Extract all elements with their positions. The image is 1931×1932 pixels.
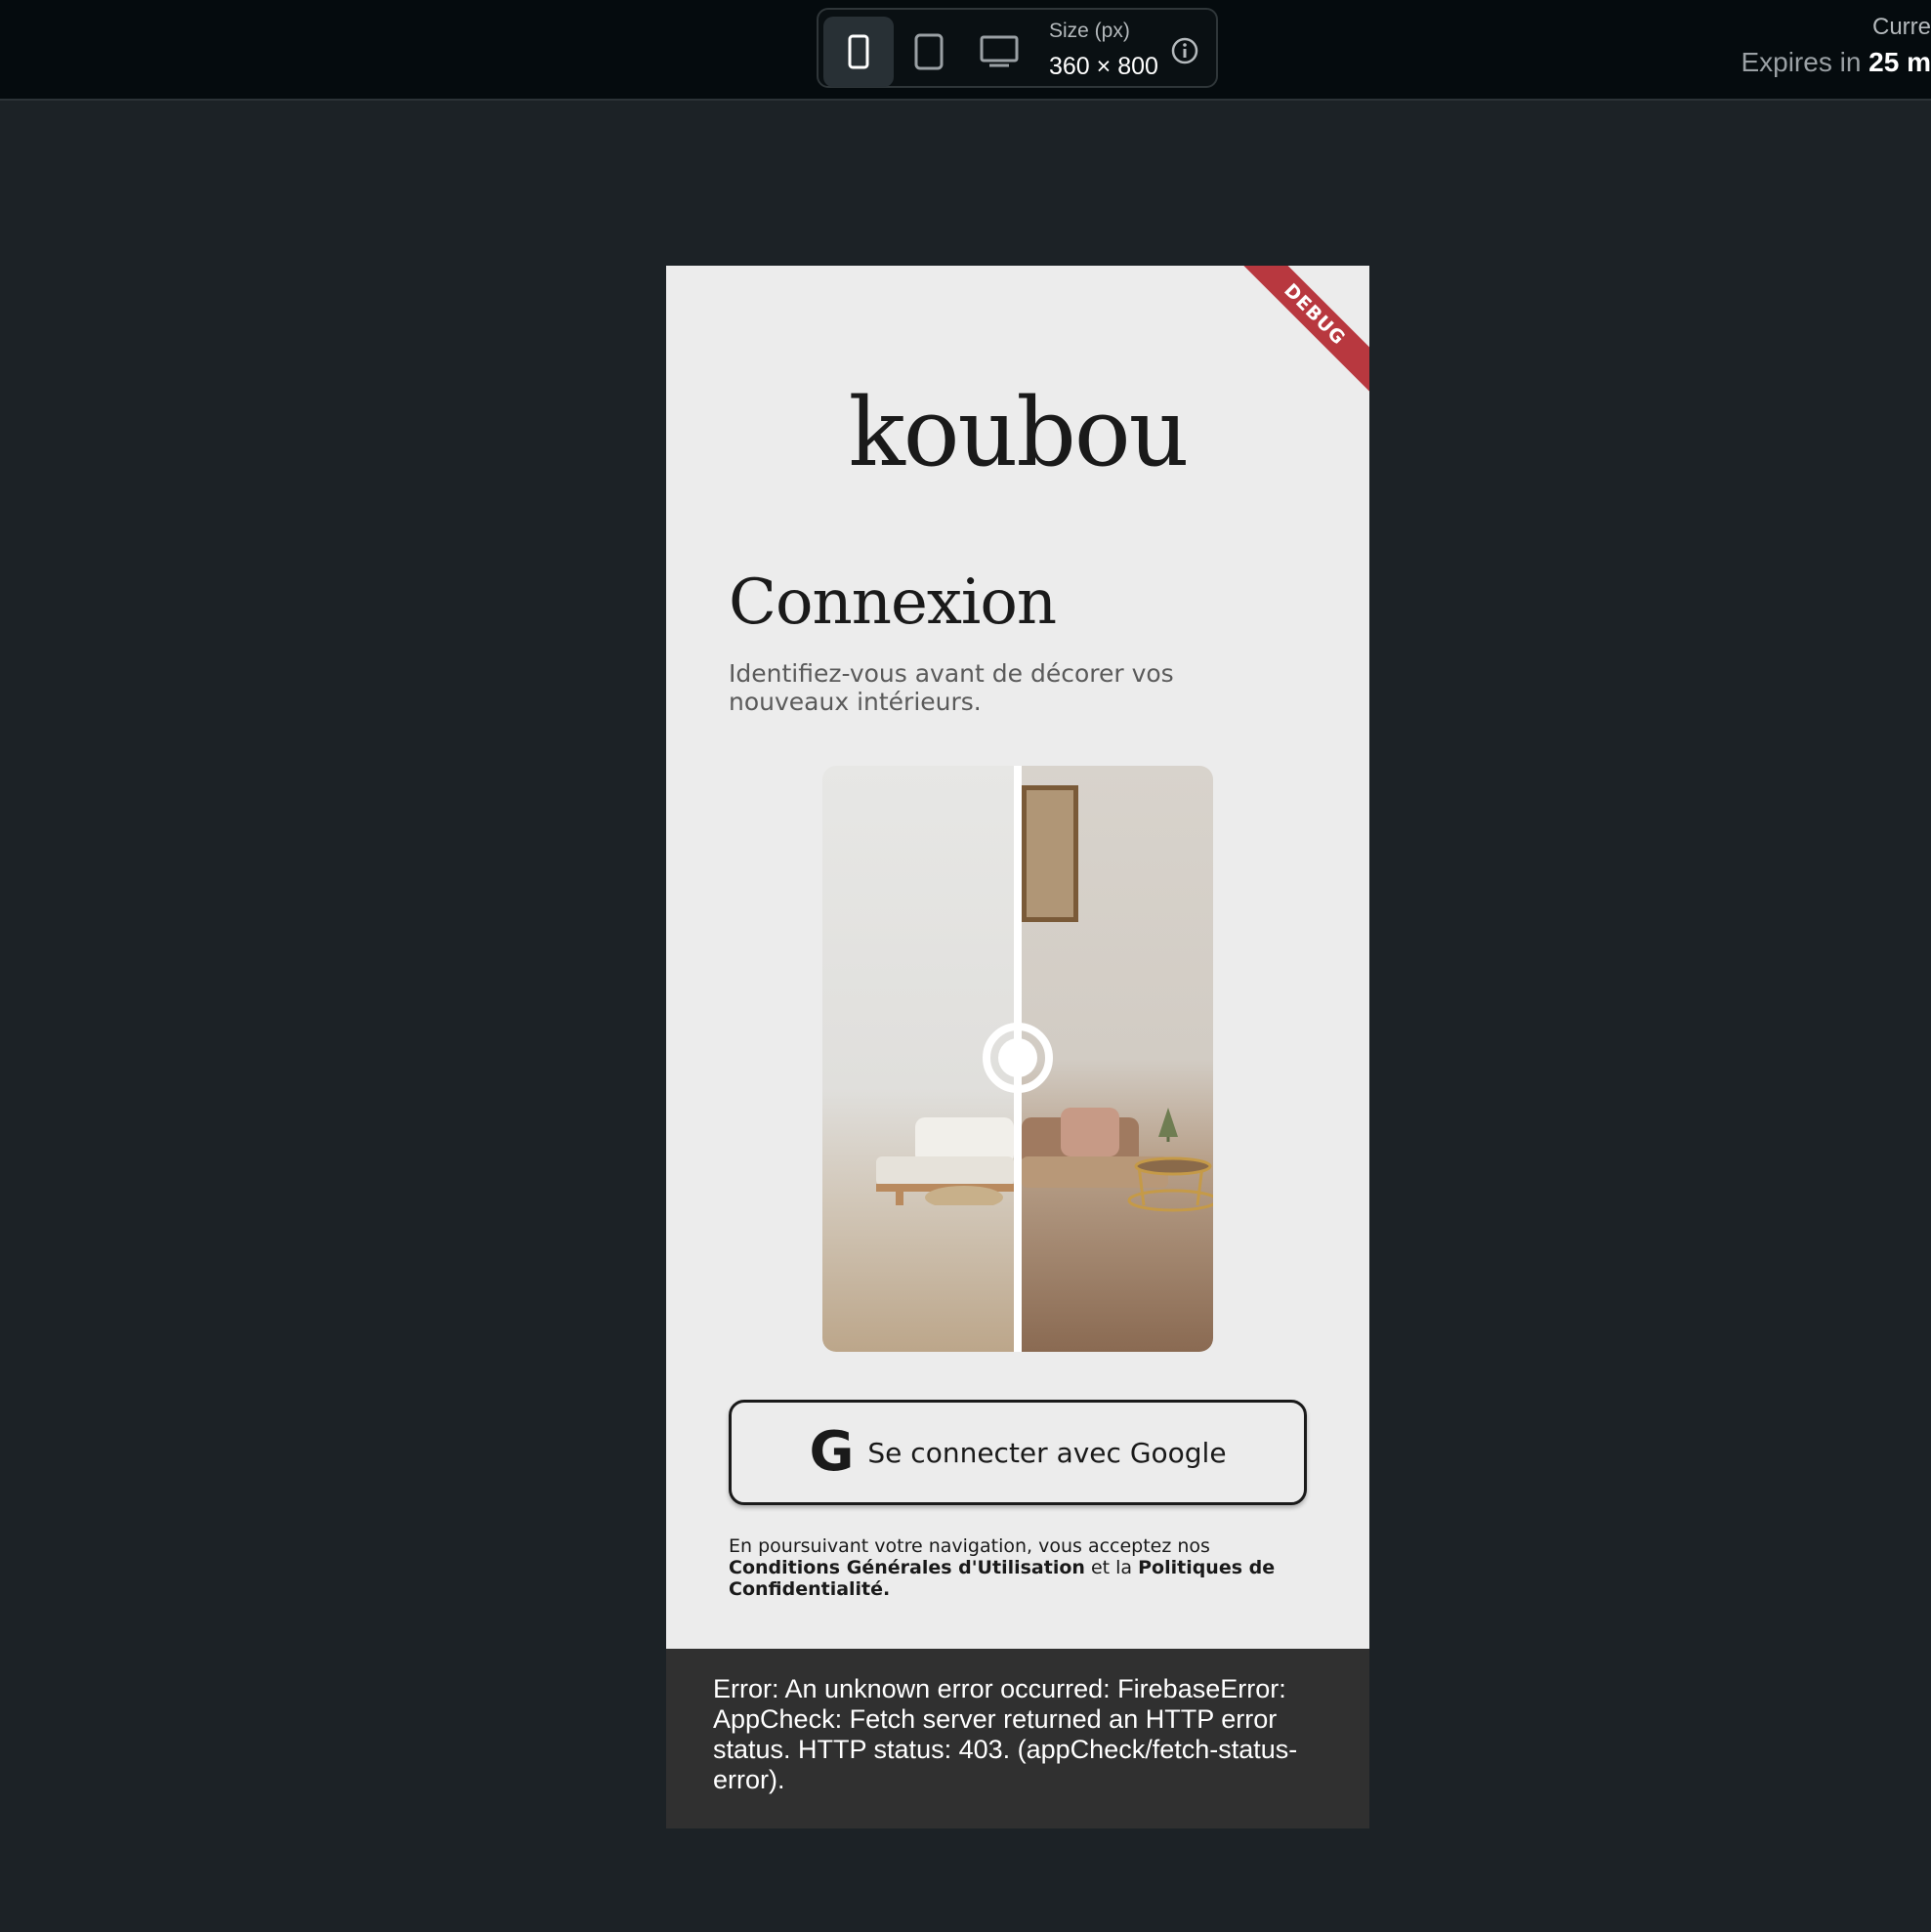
legal-prefix: En poursuivant votre navigation, vous ac… [729,1535,1210,1557]
google-icon: G [809,1420,855,1484]
sofa-illustration-before [876,1117,1014,1205]
expiry-prefix: Expires in [1741,47,1869,77]
legal-middle: et la [1084,1557,1139,1578]
google-signin-label: Se connecter avec Google [867,1436,1227,1469]
tablet-icon [914,33,944,70]
session-expiry: Expires in 25 m [1741,47,1931,78]
error-snackbar: Error: An unknown error occurred: Fireba… [666,1649,1369,1828]
terms-link[interactable]: Conditions Générales d'Utilisation [729,1557,1085,1578]
google-signin-button[interactable]: G Se connecter avec Google [729,1400,1307,1505]
wall-frame [1022,785,1078,922]
error-message: Error: An unknown error occurred: Fireba… [713,1674,1298,1794]
app-preview: DEBUG koubou Connexion Identifiez-vous a… [666,266,1369,1828]
slider-handle-dot [998,1038,1037,1077]
size-label: Size (px) [1049,20,1130,42]
tablet-device-button[interactable] [894,17,964,87]
desktop-icon [980,35,1019,67]
legal-suffix: . [883,1578,891,1600]
before-after-slider[interactable] [822,766,1213,1352]
info-icon[interactable] [1170,36,1199,65]
preview-top-bar: Size (px) 360 × 800 Curre Expires in 25 … [0,0,1931,101]
slider-handle[interactable] [983,1023,1053,1093]
app-logo: koubou [848,378,1190,487]
device-toolbar: Size (px) 360 × 800 [817,8,1218,88]
desktop-device-button[interactable] [964,17,1034,87]
legal-notice: En poursuivant votre navigation, vous ac… [729,1535,1276,1600]
page-subtitle: Identifiez-vous avant de décorer vos nou… [729,659,1174,716]
size-value: 360 × 800 [1049,53,1158,80]
session-meta: Curre Expires in 25 m [1741,14,1931,78]
sofa-illustration-after [1022,1108,1213,1212]
session-label: Curre [1871,14,1931,40]
page-title: Connexion [729,567,1057,639]
expiry-value: 25 m [1868,47,1931,77]
phone-device-button[interactable] [823,17,894,87]
phone-icon [848,34,869,69]
